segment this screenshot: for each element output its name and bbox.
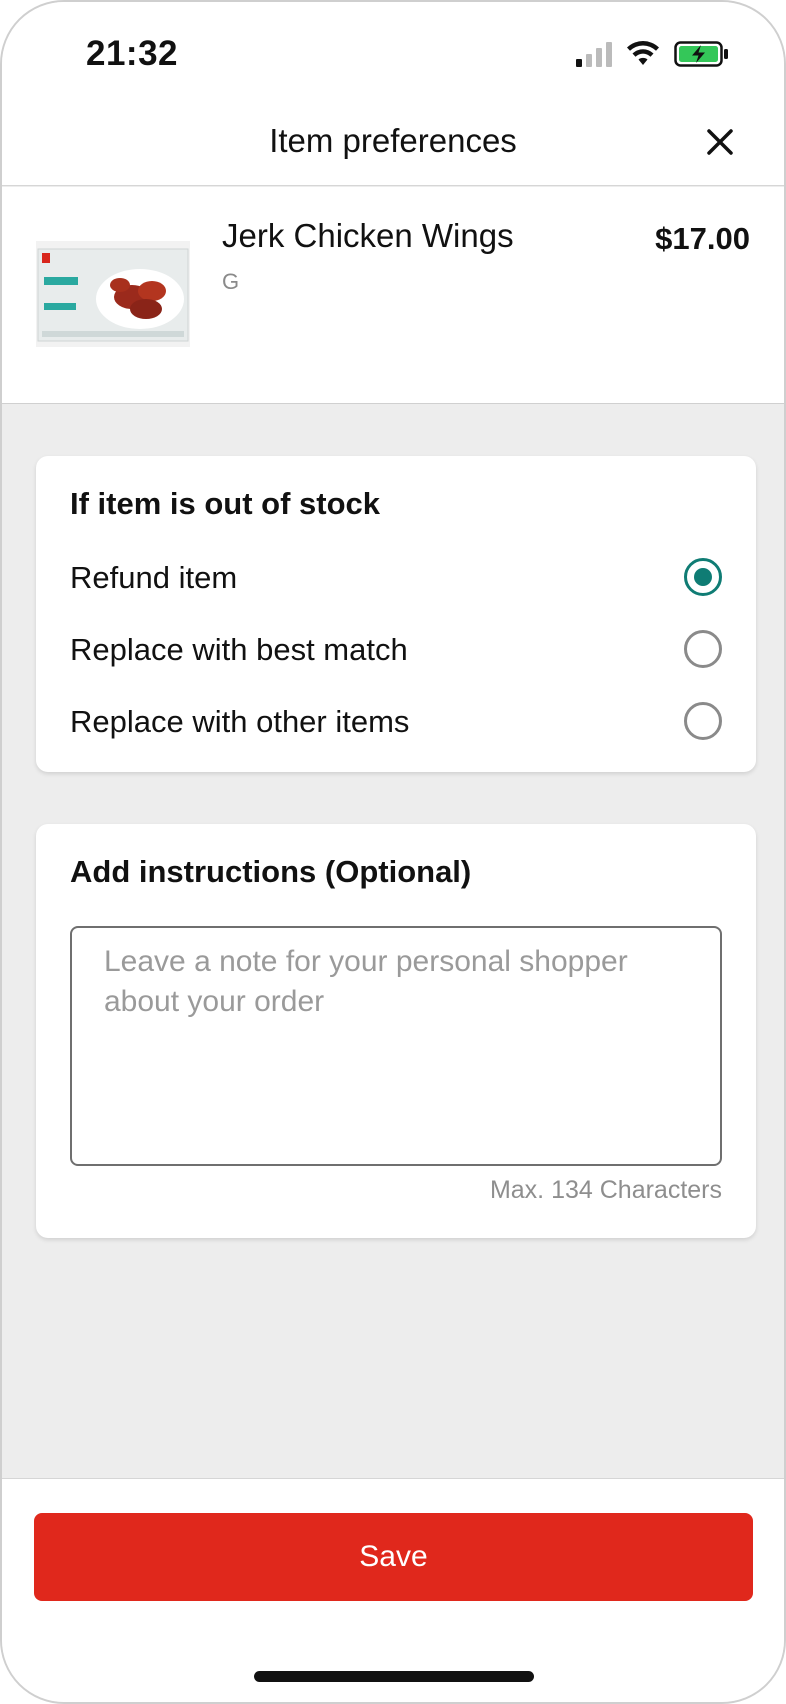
home-indicator <box>254 1671 534 1682</box>
wifi-icon <box>627 41 659 65</box>
char-limit-hint: Max. 134 Characters <box>489 1176 722 1204</box>
option-label: Refund item <box>70 560 238 595</box>
status-icons <box>576 40 730 68</box>
header: Item preferences <box>2 102 784 186</box>
option-replace-other-items[interactable]: Replace with other items <box>36 690 756 754</box>
close-icon <box>707 129 733 155</box>
instructions-title: Add instructions (Optional) <box>70 854 472 889</box>
product-image <box>36 241 190 347</box>
footer: Save <box>2 1478 784 1702</box>
save-button[interactable]: Save <box>34 1513 753 1601</box>
option-replace-best-match[interactable]: Replace with best match <box>36 618 756 682</box>
radio-button[interactable] <box>684 558 722 596</box>
radio-button[interactable] <box>684 702 722 740</box>
option-label: Replace with best match <box>70 632 408 667</box>
product-summary: Jerk Chicken Wings G $17.00 <box>2 187 784 404</box>
out-of-stock-title: If item is out of stock <box>70 486 381 521</box>
page-title: Item preferences <box>269 122 517 159</box>
radio-button[interactable] <box>684 630 722 668</box>
product-subtitle: G <box>222 269 240 294</box>
status-time: 21:32 <box>86 34 179 73</box>
cellular-signal-icon <box>576 41 612 67</box>
product-name: Jerk Chicken Wings <box>222 217 514 254</box>
phone-screen: 21:32 Item preferences Jerk Chicken Wing… <box>0 0 786 1704</box>
status-bar: 21:32 <box>2 2 784 102</box>
option-refund-item[interactable]: Refund item <box>36 546 756 610</box>
option-label: Replace with other items <box>70 704 410 739</box>
out-of-stock-card: If item is out of stock Refund item Repl… <box>36 456 756 772</box>
instructions-textarea[interactable] <box>70 926 722 1166</box>
instructions-card: Add instructions (Optional) Max. 134 Cha… <box>36 824 756 1238</box>
battery-charging-icon <box>674 41 728 67</box>
product-price: $17.00 <box>655 221 750 256</box>
close-button[interactable] <box>700 122 740 162</box>
